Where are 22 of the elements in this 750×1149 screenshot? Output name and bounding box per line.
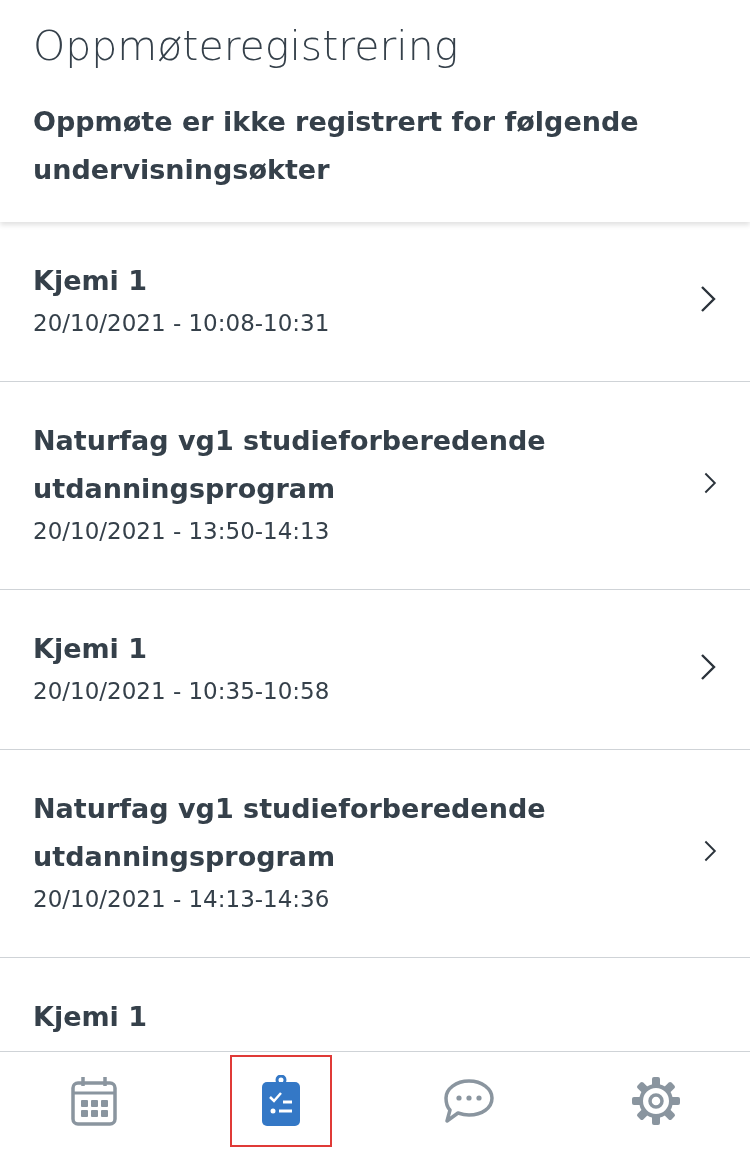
session-time: 20/10/2021 - 14:13-14:36 (33, 885, 331, 914)
session-time: 20/10/2021 - 10:35-10:58 (33, 677, 331, 706)
session-title: Kjemi 1 (33, 264, 149, 298)
session-title: Naturfag vg1 studieforberedende utdanningsprogram (33, 792, 547, 874)
tab-button[interactable] (230, 1054, 333, 1147)
session-item[interactable]: Kjemi 1 20/10/2021 - 10:08-10:31 (0, 222, 750, 382)
clipboard-checklist-icon (261, 1074, 302, 1127)
session-item[interactable]: Naturfag vg1 studieforberedende utdanningsprogram 20/10/2021 - 14:13-14:36 (0, 750, 750, 958)
session-item[interactable]: Naturfag vg1 studieforberedende utdanningsprogram 20/10/2021 - 13:50-14:13 (0, 382, 750, 590)
settings-icon (632, 1076, 681, 1125)
session-title: Kjemi 1 (33, 1000, 149, 1034)
section-heading: Oppmøte er ikke registrert for følgende undervisningsøkter (33, 105, 640, 187)
session-item[interactable]: Kjemi 1 20/10/2021 - 10:35-10:58 (0, 590, 750, 750)
calendar-icon (70, 1075, 117, 1126)
session-title: Kjemi 1 (33, 632, 149, 666)
chevron-right-icon (699, 652, 717, 682)
session-title: Naturfag vg1 studieforberedende utdanningsprogram (33, 424, 547, 506)
session-time: 20/10/2021 - 13:50-14:13 (33, 517, 331, 546)
session-time: 20/10/2021 - 10:08-10:31 (33, 309, 331, 338)
page-title: Oppmøteregistrering (33, 21, 460, 72)
chat-bubble-icon (442, 1077, 495, 1124)
chevron-right-icon (699, 284, 717, 314)
